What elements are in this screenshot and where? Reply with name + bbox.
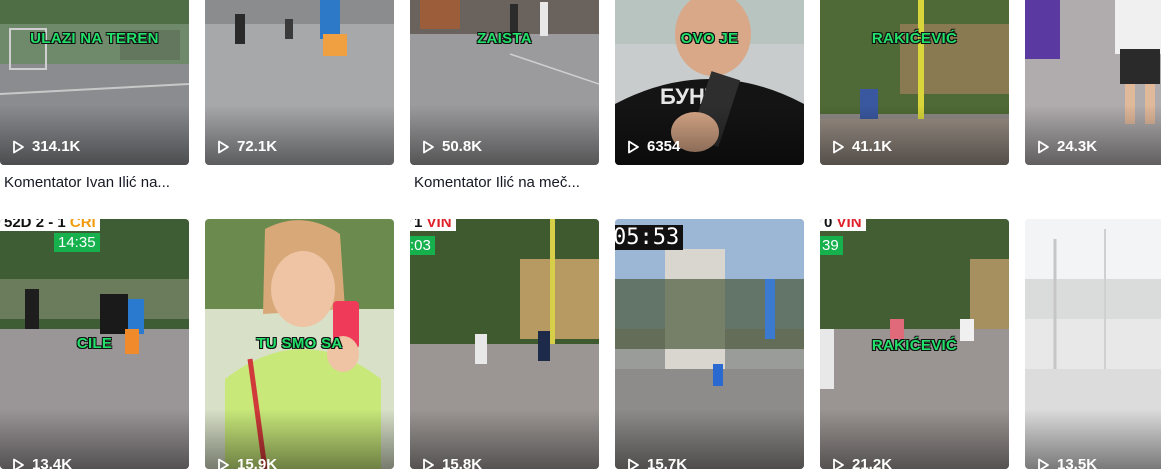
video-caption-3[interactable]: Komentator Ilić na meč... [414, 174, 580, 191]
video-card-1[interactable]: ULAZI NA TEREN 314.1K [0, 0, 189, 165]
video-overlay-text: CILE [0, 335, 189, 352]
play-outline-icon [420, 457, 436, 469]
view-count: 15.9K [215, 456, 277, 469]
scoreboard: 1 VIN [410, 219, 456, 231]
video-card-7[interactable]: 52D 2 - 1 CRI 14:35 CILE 13.4K [0, 219, 189, 469]
scoreboard: 0 VIN [820, 219, 866, 231]
scoreboard-right-team: VIN [427, 219, 452, 231]
video-overlay-text: RAKIĆEVIĆ [820, 30, 1009, 47]
view-count: 13.4K [10, 456, 72, 469]
view-count: 50.8K [420, 138, 482, 155]
match-timer: 14:35 [54, 233, 100, 252]
view-count-value: 314.1K [32, 138, 80, 155]
play-outline-icon [420, 139, 436, 155]
view-count-value: 13.5K [1057, 456, 1097, 469]
view-count-value: 72.1K [237, 138, 277, 155]
video-card-11[interactable]: 0 VIN 39 RAKIĆEVIĆ 21.2K [820, 219, 1009, 469]
scoreboard-score: 2 - 1 [36, 219, 66, 231]
video-card-6[interactable]: 24.3K [1025, 0, 1161, 165]
video-overlay-text: TU SMO SA [205, 335, 394, 352]
video-overlay-text: ULAZI NA TEREN [0, 30, 189, 47]
video-overlay-text: ZAISTA [410, 30, 599, 47]
view-count-value: 15.9K [237, 456, 277, 469]
scoreboard: 52D 2 - 1 CRI [0, 219, 100, 231]
play-outline-icon [1035, 457, 1051, 469]
view-count: 15.8K [420, 456, 482, 469]
match-timer: 39 [820, 236, 843, 255]
play-outline-icon [830, 457, 846, 469]
video-card-9[interactable]: 1 VIN :03 15.8K [410, 219, 599, 469]
play-outline-icon [625, 139, 641, 155]
scoreboard-right-team: VIN [837, 219, 862, 231]
video-overlay-text: RAKIĆEVIĆ [820, 337, 1009, 354]
view-count-value: 6354 [647, 138, 680, 155]
video-card-8[interactable]: TU SMO SA 15.9K [205, 219, 394, 469]
view-count-value: 24.3K [1057, 138, 1097, 155]
video-card-5[interactable]: RAKIĆEVIĆ 41.1K [820, 0, 1009, 165]
play-outline-icon [1035, 139, 1051, 155]
view-count: 13.5K [1035, 456, 1097, 469]
scoreboard-score: 0 [824, 219, 832, 231]
view-count: 15.7K [625, 456, 687, 469]
view-count-value: 13.4K [32, 456, 72, 469]
view-count-value: 15.7K [647, 456, 687, 469]
view-count: 21.2K [830, 456, 892, 469]
play-outline-icon [215, 139, 231, 155]
view-count: 6354 [625, 138, 680, 155]
video-card-3[interactable]: ZAISTA 50.8K [410, 0, 599, 165]
scoreboard-left-team: 52D [4, 219, 32, 231]
scoreboard-score: 1 [414, 219, 422, 231]
play-outline-icon [830, 139, 846, 155]
match-clock: 05:53 [615, 225, 683, 250]
scoreboard-right-team: CRI [70, 219, 96, 231]
match-timer: :03 [410, 236, 435, 255]
view-count-value: 50.8K [442, 138, 482, 155]
video-card-10[interactable]: 05:53 15.7K [615, 219, 804, 469]
view-count-value: 41.1K [852, 138, 892, 155]
view-count: 72.1K [215, 138, 277, 155]
play-outline-icon [625, 457, 641, 469]
video-overlay-text: OVO JE [615, 30, 804, 47]
video-card-4[interactable]: БУНТ OVO JE 6354 [615, 0, 804, 165]
video-card-12[interactable]: 13.5K [1025, 219, 1161, 469]
view-count: 41.1K [830, 138, 892, 155]
video-caption-1[interactable]: Komentator Ivan Ilić na... [4, 174, 170, 191]
play-outline-icon [10, 457, 26, 469]
play-outline-icon [10, 139, 26, 155]
play-outline-icon [215, 457, 231, 469]
view-count-value: 21.2K [852, 456, 892, 469]
view-count-value: 15.8K [442, 456, 482, 469]
video-card-2[interactable]: 72.1K [205, 0, 394, 165]
view-count: 314.1K [10, 138, 80, 155]
view-count: 24.3K [1035, 138, 1097, 155]
